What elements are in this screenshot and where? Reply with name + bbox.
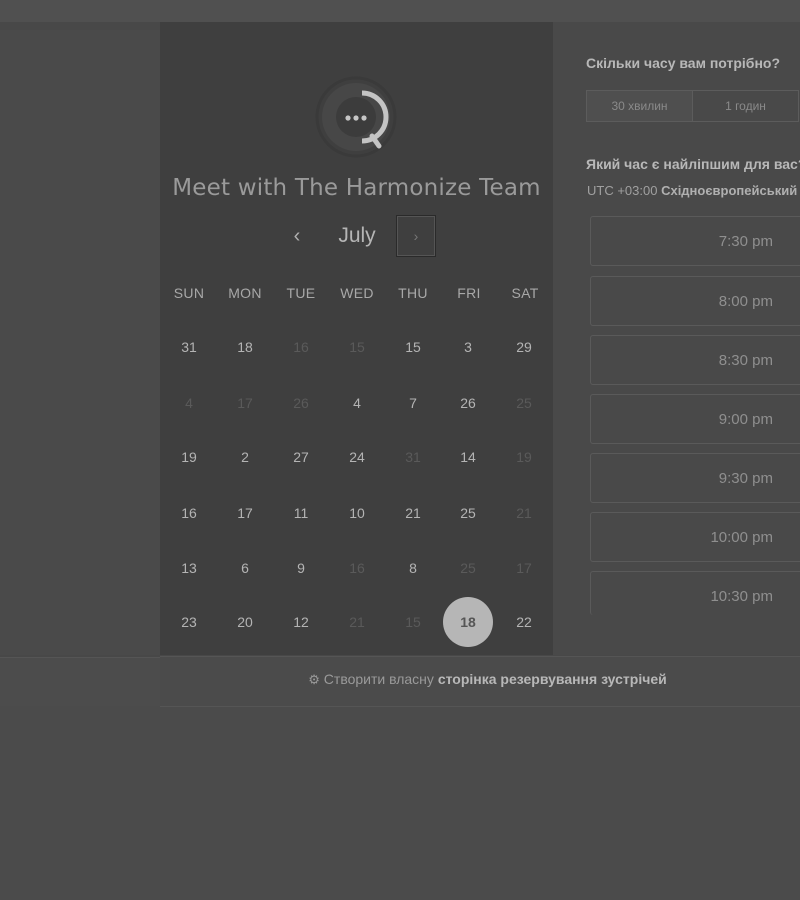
time-slot-label: 10:30 pm xyxy=(710,588,773,605)
sprocket-icon: ⚙ xyxy=(308,672,320,687)
time-slot-label: 8:00 pm xyxy=(718,293,773,310)
time-slot[interactable]: 10:30 pm xyxy=(590,571,800,615)
timezone-name: Східноєвропейський час xyxy=(661,183,800,198)
calendar-day[interactable]: 4 xyxy=(332,378,382,428)
chat-bubble-ellipsis-icon xyxy=(315,76,397,158)
calendar-day[interactable]: 3 xyxy=(443,322,493,372)
weekday-sat: SAT xyxy=(511,285,539,301)
calendar-day: 21 xyxy=(349,614,365,630)
calendar-day[interactable]: 6 xyxy=(220,543,270,593)
footer-promo: ⚙ Створити власну сторінка резервування … xyxy=(160,671,800,688)
calendar-day[interactable]: 19 xyxy=(164,432,214,482)
calendar-day[interactable]: 29 xyxy=(499,322,549,372)
duration-question: Скільки часу вам потрібно? xyxy=(586,55,781,71)
calendar-day: 16 xyxy=(349,560,365,576)
calendar-day: 21 xyxy=(516,505,532,521)
weekday-mon: MON xyxy=(228,285,262,301)
time-slot-label: 8:30 pm xyxy=(718,352,773,369)
calendar-day[interactable]: 22 xyxy=(499,597,549,647)
calendar-day[interactable]: 13 xyxy=(164,543,214,593)
calendar-day[interactable]: 21 xyxy=(388,488,438,538)
page-top-bar xyxy=(0,0,800,22)
time-slot[interactable]: 8:00 pm xyxy=(590,276,800,326)
calendar-day[interactable]: 20 xyxy=(220,597,270,647)
calendar-day: 25 xyxy=(460,560,476,576)
time-slot-label: 9:30 pm xyxy=(718,470,773,487)
calendar-day[interactable]: 16 xyxy=(164,488,214,538)
calendar-day[interactable]: 2 xyxy=(220,432,270,482)
calendar-day: 17 xyxy=(516,560,532,576)
time-question: Який час є найліпшим для вас? xyxy=(586,156,800,172)
calendar-day[interactable]: 25 xyxy=(443,488,493,538)
time-slot[interactable]: 9:00 pm xyxy=(590,394,800,444)
calendar-day[interactable]: 12 xyxy=(276,597,326,647)
calendar-day[interactable]: 27 xyxy=(276,432,326,482)
calendar-day[interactable]: 7 xyxy=(388,378,438,428)
time-slot[interactable]: 9:30 pm xyxy=(590,453,800,503)
weekday-wed: WED xyxy=(340,285,374,301)
weekday-thu: THU xyxy=(398,285,428,301)
meeting-title: Meet with The Harmonize Team xyxy=(172,175,541,201)
calendar-day: 31 xyxy=(405,449,421,465)
calendar-day[interactable]: 31 xyxy=(164,322,214,372)
calendar-day[interactable]: 10 xyxy=(332,488,382,538)
calendar-day: 17 xyxy=(237,395,253,411)
calendar-day: 25 xyxy=(516,395,532,411)
calendar-day-selected[interactable]: 18 xyxy=(443,597,493,647)
calendar-day[interactable]: 17 xyxy=(220,488,270,538)
time-slot-label: 10:00 pm xyxy=(710,529,773,546)
calendar-day: 16 xyxy=(293,339,309,355)
time-slot[interactable]: 8:30 pm xyxy=(590,335,800,385)
calendar-day: 19 xyxy=(516,449,532,465)
calendar-day: 15 xyxy=(405,614,421,630)
calendar-day[interactable]: 15 xyxy=(388,322,438,372)
next-month-button[interactable]: › xyxy=(396,215,436,257)
time-slot-label: 9:00 pm xyxy=(718,411,773,428)
footer-prefix: Створити власну xyxy=(323,671,434,687)
calendar-day: 15 xyxy=(349,339,365,355)
calendar-day[interactable]: 14 xyxy=(443,432,493,482)
prev-month-button[interactable]: ‹ xyxy=(282,222,312,252)
calendar-day[interactable]: 11 xyxy=(276,488,326,538)
calendar-day[interactable]: 23 xyxy=(164,597,214,647)
time-slot[interactable]: 10:00 pm xyxy=(590,512,800,562)
weekday-sun: SUN xyxy=(173,285,205,301)
footer-link[interactable]: сторінка резервування зустрічей xyxy=(438,671,667,687)
left-gutter xyxy=(0,30,160,655)
duration-60-button[interactable]: 1 годин xyxy=(692,90,799,122)
calendar-day[interactable]: 24 xyxy=(332,432,382,482)
timezone-label: UTC +03:00 Східноєвропейський час xyxy=(587,183,800,198)
calendar-day: 26 xyxy=(293,395,309,411)
left-gutter-footer xyxy=(0,657,160,706)
duration-30-button[interactable]: 30 хвилин xyxy=(586,90,693,122)
time-slot[interactable]: 7:30 pm xyxy=(590,216,800,266)
month-label: July xyxy=(338,224,376,247)
time-slot-label: 7:30 pm xyxy=(718,233,773,250)
calendar-day[interactable]: 8 xyxy=(388,543,438,593)
timezone-offset: UTC +03:00 xyxy=(587,183,658,198)
calendar-day[interactable]: 18 xyxy=(220,322,270,372)
calendar-day[interactable]: 26 xyxy=(443,378,493,428)
calendar-day: 4 xyxy=(185,395,193,411)
weekday-tue: TUE xyxy=(286,285,316,301)
weekday-fri: FRI xyxy=(457,285,481,301)
calendar-day[interactable]: 9 xyxy=(276,543,326,593)
